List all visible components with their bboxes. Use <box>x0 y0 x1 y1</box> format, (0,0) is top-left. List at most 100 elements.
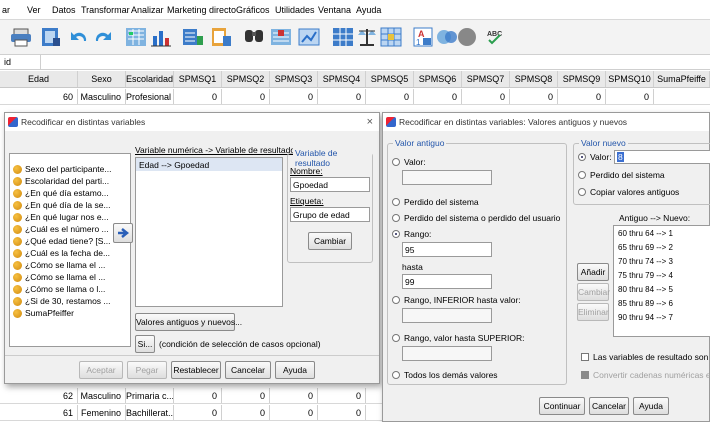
table-cell[interactable]: 62 <box>0 388 78 403</box>
if-button[interactable]: Si... <box>135 335 155 353</box>
column-header[interactable]: SPMSQ9 <box>558 71 606 87</box>
range-to-input[interactable]: 99 <box>402 274 492 289</box>
list-item[interactable]: ¿Cómo se llama el ... <box>13 272 105 282</box>
variables-icon[interactable] <box>182 26 204 48</box>
table-cell[interactable]: 0 <box>270 388 318 403</box>
list-item[interactable]: Sexo del participante... <box>13 164 111 174</box>
reset-button[interactable]: Restablecer <box>171 361 221 379</box>
list-item[interactable]: 65 thru 69 --> 2 <box>618 243 673 252</box>
split-icon[interactable] <box>270 26 292 48</box>
help-button[interactable]: Ayuda <box>633 397 669 415</box>
table-cell[interactable]: Profesional <box>126 89 174 104</box>
table-cell[interactable]: 0 <box>222 405 270 420</box>
column-header[interactable]: SPMSQ5 <box>366 71 414 87</box>
column-header[interactable]: SPMSQ7 <box>462 71 510 87</box>
cancel-button[interactable]: Cancelar <box>225 361 271 379</box>
list-item[interactable]: ¿Qué edad tiene? [S... <box>13 236 111 246</box>
close-icon[interactable]: × <box>367 113 373 131</box>
grid-icon[interactable] <box>380 26 402 48</box>
column-header[interactable]: Edad <box>0 71 78 87</box>
string-output-checkbox[interactable] <box>581 353 589 361</box>
abc-icon[interactable]: ABC <box>486 26 508 48</box>
table-cell[interactable]: Bachillerat... <box>126 405 174 420</box>
value-labels-icon[interactable]: A1 <box>412 26 434 48</box>
table-cell[interactable]: 0 <box>606 89 654 104</box>
remove-button[interactable]: Eliminar <box>577 303 609 321</box>
column-header[interactable]: SPMSQ8 <box>510 71 558 87</box>
table-cell[interactable]: 0 <box>462 89 510 104</box>
column-header[interactable]: Escolaridad <box>126 71 174 87</box>
list-item[interactable]: 80 thru 84 --> 5 <box>618 285 673 294</box>
column-header[interactable]: SPMSQ2 <box>222 71 270 87</box>
table-cell[interactable]: 0 <box>174 405 222 420</box>
table-cell[interactable]: Masculino <box>78 388 126 403</box>
add-button[interactable]: Añadir <box>577 263 609 281</box>
table-cell[interactable]: 0 <box>270 89 318 104</box>
all-other-radio[interactable] <box>392 371 400 379</box>
menu-item-window[interactable]: Ventana <box>318 5 351 15</box>
range-lowest-input[interactable] <box>402 308 492 323</box>
column-header[interactable]: SumaPfeiffe <box>654 71 710 87</box>
column-header[interactable]: SPMSQ6 <box>414 71 462 87</box>
column-header[interactable]: SPMSQ1 <box>174 71 222 87</box>
old-new-values-button[interactable]: Valores antiguos y nuevos... <box>135 313 242 331</box>
menu-item-data[interactable]: Datos <box>52 5 76 15</box>
list-item[interactable]: ¿Cuál es el número ... <box>13 224 109 234</box>
data-editor-icon[interactable] <box>40 26 62 48</box>
menu-item-analyze[interactable]: Analizar <box>131 5 164 15</box>
table-cell[interactable]: Masculino <box>78 89 126 104</box>
change-button[interactable]: Cambiar <box>577 283 610 301</box>
old-value-radio[interactable] <box>392 158 400 166</box>
mapping-item[interactable]: Edad --> Gpoedad <box>139 160 209 170</box>
copy-old-values-radio[interactable] <box>578 188 586 196</box>
weight-icon[interactable] <box>298 26 320 48</box>
range-highest-radio[interactable] <box>392 334 400 342</box>
menu-item-direct-marketing[interactable]: Marketing directo <box>167 5 236 15</box>
list-item[interactable]: 85 thru 89 --> 6 <box>618 299 673 308</box>
new-value-radio[interactable] <box>578 153 586 161</box>
table-cell[interactable]: 0 <box>414 89 462 104</box>
list-item[interactable]: ¿En qué día estamo... <box>13 188 109 198</box>
table-cell[interactable]: 0 <box>318 405 366 420</box>
table-icon[interactable] <box>332 26 354 48</box>
table-cell[interactable]: 0 <box>222 89 270 104</box>
table-cell[interactable]: 0 <box>318 388 366 403</box>
ok-button[interactable]: Aceptar <box>79 361 123 379</box>
list-item[interactable]: ¿En qué lugar nos e... <box>13 212 109 222</box>
table-cell[interactable]: Femenino <box>78 405 126 420</box>
redo-icon[interactable] <box>92 26 114 48</box>
change-button[interactable]: Cambiar <box>308 232 352 250</box>
list-item[interactable]: ¿En qué día de la se... <box>13 200 111 210</box>
sets-icon[interactable] <box>436 26 458 48</box>
find-icon[interactable] <box>243 26 265 48</box>
list-item[interactable]: ¿Cómo se llama o l... <box>13 284 105 294</box>
table-cell[interactable]: 0 <box>270 405 318 420</box>
circles-icon[interactable] <box>456 26 478 48</box>
range-from-input[interactable]: 95 <box>402 242 492 257</box>
paste-button[interactable]: Pegar <box>127 361 167 379</box>
table-cell[interactable]: Primaria c... <box>126 388 174 403</box>
new-system-missing-radio[interactable] <box>578 171 586 179</box>
table-cell[interactable]: 0 <box>558 89 606 104</box>
chart-icon[interactable] <box>150 26 172 48</box>
menu-item-file[interactable]: ar <box>2 5 10 15</box>
convert-strings-checkbox[interactable] <box>581 371 589 379</box>
column-header[interactable]: SPMSQ4 <box>318 71 366 87</box>
list-item[interactable]: 75 thru 79 --> 4 <box>618 271 673 280</box>
range-lowest-radio[interactable] <box>392 296 400 304</box>
cell-reference[interactable]: id <box>4 57 11 67</box>
system-missing-radio[interactable] <box>392 198 400 206</box>
cancel-button[interactable]: Cancelar <box>589 397 629 415</box>
column-header[interactable]: SPMSQ10 <box>606 71 654 87</box>
table-cell[interactable]: 0 <box>174 89 222 104</box>
menu-item-view[interactable]: Ver <box>27 5 41 15</box>
range-radio[interactable] <box>392 230 400 238</box>
menu-item-help[interactable]: Ayuda <box>356 5 381 15</box>
mapping-list[interactable]: Edad --> Gpoedad <box>135 157 283 307</box>
label-field[interactable]: Grupo de edad <box>290 207 370 222</box>
goto-case-icon[interactable] <box>125 26 147 48</box>
table-cell[interactable]: 0 <box>174 388 222 403</box>
table-cell[interactable]: 60 <box>0 89 78 104</box>
variable-list[interactable]: Sexo del participante... Escolaridad del… <box>9 153 131 347</box>
list-item[interactable]: 90 thru 94 --> 7 <box>618 313 673 322</box>
